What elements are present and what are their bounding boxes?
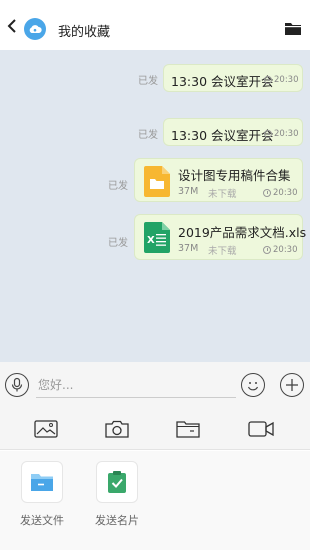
toolbar — [0, 408, 310, 450]
cloud-icon[interactable] — [24, 18, 46, 40]
image-icon[interactable] — [34, 420, 58, 438]
sent-status: 已发 — [108, 181, 128, 192]
clock-icon — [263, 246, 271, 254]
camera-icon[interactable] — [105, 420, 129, 438]
microphone-icon[interactable] — [5, 373, 29, 397]
clock-icon — [264, 130, 272, 138]
excel-file-icon: X — [144, 222, 170, 253]
message-bubble[interactable]: 13:30 会议室开会 20:30 — [163, 118, 303, 146]
download-status: 未下载 — [208, 246, 237, 257]
message-text: 13:30 会议室开会 — [171, 74, 274, 89]
message-input[interactable] — [36, 372, 236, 398]
file-size: 37M — [178, 186, 199, 197]
page-title: 我的收藏 — [58, 25, 111, 40]
file-name: 2019产品需求文档.xls — [178, 225, 307, 240]
send-card-button[interactable]: 发送名片 — [95, 461, 139, 528]
input-bar — [0, 362, 310, 408]
file-size: 37M — [178, 243, 199, 254]
message-text: 13:30 会议室开会 — [171, 128, 274, 143]
clipboard-check-icon — [96, 461, 138, 503]
message-time: 20:30 — [263, 245, 298, 255]
action-panel: 发送文件 发送名片 — [0, 451, 310, 550]
file-message-bubble[interactable]: 设计图专用稿件合集 37M 未下载 20:30 — [134, 158, 303, 202]
chat-area: 已发 13:30 会议室开会 20:30 已发 13:30 会议室开会 20:3… — [0, 50, 310, 362]
plus-icon[interactable] — [280, 373, 304, 397]
download-status: 未下载 — [208, 189, 237, 200]
send-file-button[interactable]: 发送文件 — [20, 461, 64, 528]
file-name: 设计图专用稿件合集 — [178, 168, 291, 183]
send-file-label: 发送文件 — [20, 514, 64, 527]
folder-file-icon — [144, 166, 170, 197]
message-time: 20:30 — [264, 129, 299, 139]
folder-icon[interactable] — [284, 21, 302, 36]
emoji-icon[interactable] — [241, 373, 265, 397]
send-card-label: 发送名片 — [95, 514, 139, 527]
folder-icon[interactable] — [176, 420, 200, 438]
folder-icon — [21, 461, 63, 503]
sent-status: 已发 — [138, 76, 158, 87]
message-time: 20:30 — [263, 188, 298, 198]
message-time: 20:30 — [264, 75, 299, 85]
file-message-bubble[interactable]: X 2019产品需求文档.xls 37M 未下载 20:30 — [134, 214, 307, 260]
video-icon[interactable] — [248, 420, 274, 438]
svg-text:X: X — [147, 235, 155, 246]
chevron-left-icon[interactable] — [6, 19, 18, 33]
clock-icon — [264, 76, 272, 84]
clock-icon — [263, 189, 271, 197]
sent-status: 已发 — [108, 238, 128, 249]
message-bubble[interactable]: 13:30 会议室开会 20:30 — [163, 64, 303, 92]
header: 我的收藏 — [0, 0, 310, 50]
sent-status: 已发 — [138, 130, 158, 141]
